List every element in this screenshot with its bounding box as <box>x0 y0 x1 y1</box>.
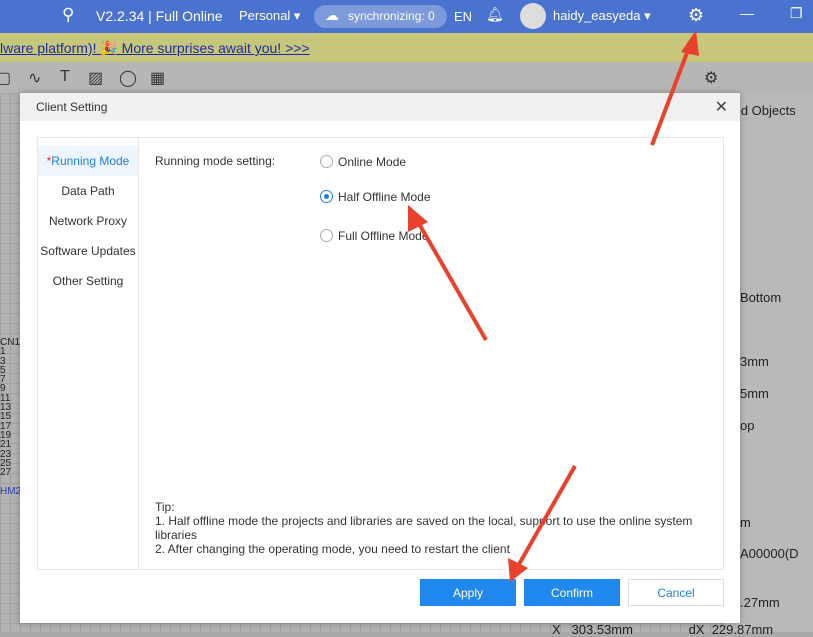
promo-banner[interactable]: lware platform)! 🎉 More surprises await … <box>0 33 813 62</box>
toolbar: ▢ ∿ T ▨ ◯ ▦ ⚙ <box>0 62 813 93</box>
bell-icon[interactable]: 🔔︎ <box>486 6 504 23</box>
table-icon[interactable]: ▦ <box>150 68 165 88</box>
radio-icon <box>320 155 333 168</box>
nav-running-mode[interactable]: *Running Mode <box>38 146 138 176</box>
radio-label: Online Mode <box>338 155 407 169</box>
nav-software-updates[interactable]: Software Updates <box>38 236 138 266</box>
side-select[interactable]: op <box>740 418 754 433</box>
cancel-button[interactable]: Cancel <box>628 579 724 606</box>
radio-label: Full Offline Mode <box>338 229 429 243</box>
search-icon[interactable]: ⚲ <box>62 5 74 25</box>
tip-line: 1. Half offline mode the projects and li… <box>155 514 693 542</box>
image-icon[interactable]: ▨ <box>88 68 103 88</box>
confirm-button[interactable]: Confirm <box>524 579 620 606</box>
x-value: 303.53mm <box>571 622 633 637</box>
nav-network-proxy[interactable]: Network Proxy <box>38 206 138 236</box>
nav-label: Running Mode <box>51 154 130 168</box>
dialog-body: *Running Mode Data Path Network Proxy So… <box>37 137 724 570</box>
tip-text: Tip: 1. Half offline mode the projects a… <box>155 500 715 556</box>
radio-checked-icon <box>320 190 333 203</box>
tip-line: 2. After changing the operating mode, yo… <box>155 542 510 556</box>
client-setting-dialog: Client Setting ✕ *Running Mode Data Path… <box>20 93 740 623</box>
dx-label: dX <box>688 622 705 637</box>
arc-icon[interactable]: ∿ <box>28 68 41 88</box>
radio-half-offline-mode[interactable]: Half Offline Mode <box>320 190 431 204</box>
username: haidy_easyeda <box>553 8 641 23</box>
sync-label: synchronizing: 0 <box>348 9 435 23</box>
title-bar: ⚲ V2.2.34 | Full Online Personal ▾ synch… <box>0 0 813 33</box>
nav-data-path[interactable]: Data Path <box>38 176 138 206</box>
height-input[interactable]: 5mm <box>740 386 769 401</box>
text-icon[interactable]: T <box>60 68 70 86</box>
restore-icon[interactable]: ❐ <box>790 5 803 22</box>
radio-full-offline-mode[interactable]: Full Offline Mode <box>320 229 429 243</box>
x-label: X <box>552 622 561 637</box>
running-mode-label: Running mode setting: <box>155 154 276 168</box>
width-input[interactable]: 3mm <box>740 354 769 369</box>
y-field: .27mm <box>740 595 780 610</box>
rect-icon[interactable]: ▢ <box>0 68 11 88</box>
minimize-icon[interactable]: — <box>740 5 754 21</box>
dialog-title: Client Setting <box>20 93 740 121</box>
part-field[interactable]: A00000(D <box>740 546 799 561</box>
radio-label: Half Offline Mode <box>338 190 431 204</box>
workspace-dropdown[interactable]: Personal ▾ <box>239 8 300 24</box>
radio-online-mode[interactable]: Online Mode <box>320 155 406 169</box>
settings-nav: *Running Mode Data Path Network Proxy So… <box>38 138 139 569</box>
ellipse-icon[interactable]: ◯ <box>119 68 137 88</box>
language-button[interactable]: EN <box>454 9 472 24</box>
tip-title: Tip: <box>155 500 175 514</box>
radio-icon <box>320 229 333 242</box>
workspace-label: Personal <box>239 8 291 23</box>
gear-icon[interactable]: ⚙ <box>688 5 704 26</box>
settings-icon[interactable]: ⚙ <box>704 68 718 88</box>
cloud-icon: ☁ <box>325 7 339 23</box>
coordinate-readout: X 303.53mm dX 229.87mm <box>552 622 773 637</box>
avatar[interactable] <box>520 3 546 29</box>
user-dropdown[interactable]: haidy_easyeda ▾ <box>553 8 651 24</box>
close-icon[interactable]: ✕ <box>715 97 728 117</box>
nav-other-setting[interactable]: Other Setting <box>38 266 138 296</box>
dx-value: 229.87mm <box>711 622 774 637</box>
apply-button[interactable]: Apply <box>420 579 516 606</box>
unit-field: m <box>740 515 751 530</box>
layer-select[interactable]: Bottom <box>740 290 781 305</box>
version-label: V2.2.34 | Full Online <box>96 8 223 24</box>
